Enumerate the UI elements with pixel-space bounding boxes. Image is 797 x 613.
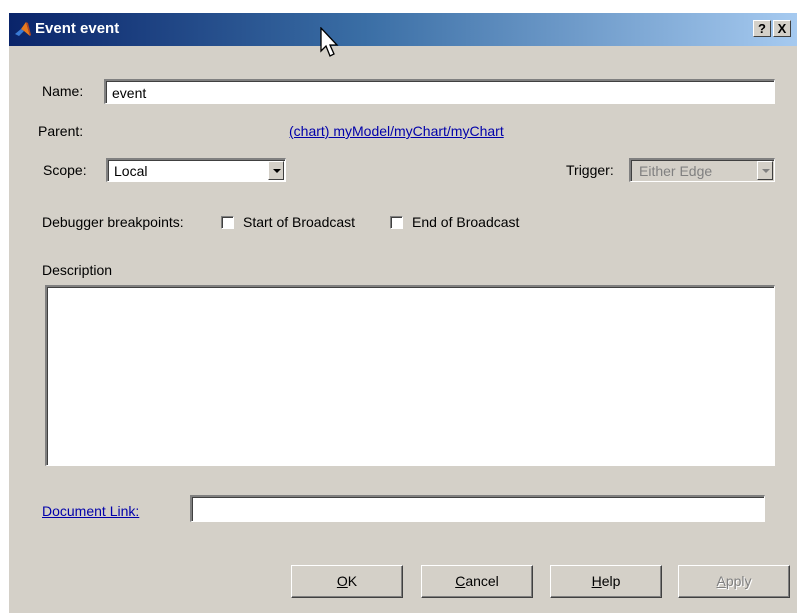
trigger-dropdown: Either Edge — [629, 158, 775, 182]
end-of-broadcast-checkbox[interactable] — [390, 216, 403, 229]
apply-mnemonic: A — [716, 573, 726, 589]
chevron-down-icon — [762, 169, 770, 173]
cancel-button[interactable]: Cancel — [421, 565, 533, 598]
description-textarea[interactable] — [45, 285, 775, 466]
parent-link[interactable]: (chart) myModel/myChart/myChart — [289, 123, 504, 139]
name-label: Name: — [42, 83, 84, 99]
name-field[interactable]: event — [104, 79, 775, 104]
matlab-logo-icon — [15, 22, 31, 36]
document-link-label[interactable]: Document Link: — [42, 503, 139, 519]
event-dialog: Event event ? X Name: event Parent: (cha… — [8, 12, 797, 613]
help-title-button[interactable]: ? — [753, 20, 771, 37]
trigger-label: Trigger: — [566, 162, 614, 178]
ok-label-rest: K — [347, 573, 358, 589]
close-button[interactable]: X — [773, 20, 791, 37]
trigger-dropdown-button — [757, 161, 773, 180]
start-of-broadcast-checkbox[interactable] — [221, 216, 234, 229]
trigger-value: Either Edge — [639, 163, 713, 179]
scope-dropdown-button[interactable] — [268, 161, 284, 180]
chevron-down-icon — [273, 169, 281, 173]
description-label: Description — [42, 262, 113, 278]
window-title: Event event — [35, 20, 120, 37]
scope-value: Local — [114, 163, 148, 179]
scope-label: Scope: — [43, 162, 87, 178]
end-of-broadcast-label: End of Broadcast — [412, 214, 520, 230]
cancel-label-rest: ancel — [465, 573, 499, 589]
document-link-field[interactable] — [190, 495, 765, 522]
cancel-mnemonic: C — [455, 573, 466, 589]
debugger-breakpoints-label: Debugger breakpoints: — [42, 214, 184, 230]
help-label-rest: elp — [601, 573, 621, 589]
mouse-pointer-icon — [320, 27, 339, 57]
start-of-broadcast-label: Start of Broadcast — [243, 214, 356, 230]
apply-button: Apply — [678, 565, 790, 598]
parent-label: Parent: — [38, 123, 84, 139]
scope-dropdown[interactable]: Local — [106, 158, 286, 182]
help-button[interactable]: Help — [550, 565, 662, 598]
name-value: event — [112, 85, 147, 101]
apply-label-rest: pply — [725, 573, 752, 589]
help-mnemonic: H — [591, 573, 602, 589]
ok-mnemonic: O — [336, 573, 348, 589]
title-bar[interactable]: Event event ? X — [9, 13, 797, 46]
ok-button[interactable]: OK — [291, 565, 403, 598]
